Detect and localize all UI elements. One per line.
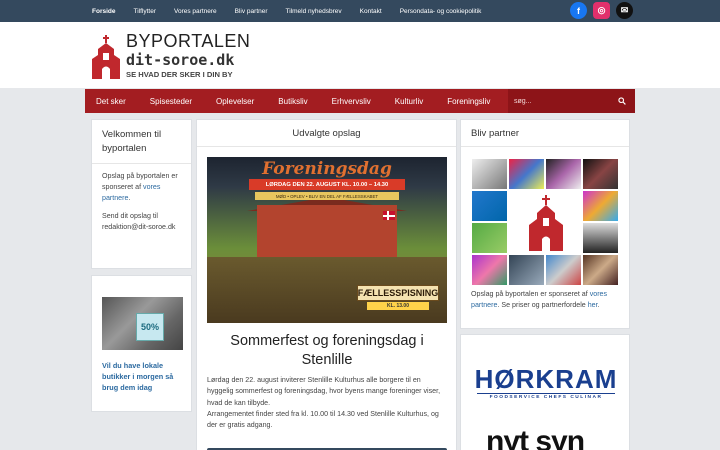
topnav-tilmeld-nyhedsbrev[interactable]: Tilmeld nyhedsbrev [286,8,342,15]
welcome-text-suffix: . [128,194,131,202]
partner-tile[interactable] [583,255,618,285]
partner-tile[interactable] [472,159,507,189]
partner-tile[interactable] [546,159,581,189]
promo-link[interactable]: Vil du have lokale butikker i morgen så … [102,360,184,393]
partner-text: Opslag på byportalen er sponseret af vor… [471,289,623,311]
partner-text-mid: . Se priser og partnerfordele [497,301,588,309]
poster-sign-time: KL. 13.00 [367,302,429,310]
poster-sign: FÆLLESSPISNING [357,285,439,301]
welcome-widget: Velkommen til byportalen Opslag på bypor… [91,119,192,269]
partner-widget: Bliv partner Opslag på byportalen er spo… [460,119,630,329]
partner-tile[interactable] [546,255,581,285]
featured-widget: Udvalgte opslag Foreningsdag LØRDAG DEN … [196,119,457,450]
post-body: Lørdag den 22. august inviterer Stenlill… [207,375,449,431]
featured-heading: Udvalgte opslag [197,120,456,147]
poster-house [257,205,397,265]
partner-tile[interactable] [509,255,544,285]
partner-logo-grid [472,159,620,287]
church-logo-icon[interactable] [90,33,122,81]
partner-title: Bliv partner [461,120,629,147]
partner-tile[interactable] [472,255,507,285]
partner-tile[interactable] [472,223,507,253]
welcome-text-prefix: Opslag på byportalen er sponseret af [102,172,178,191]
her-link[interactable]: her [588,301,598,309]
nav-kulturliv[interactable]: Kulturliv [395,97,423,106]
partner-text-prefix: Opslag på byportalen er sponseret af [471,290,590,298]
main-nav: Det sker Spisesteder Oplevelser Butiksli… [85,89,635,113]
top-nav: Forside Tilflytter Vores partnere Bliv p… [92,0,499,22]
welcome-email-text: Send dit opslag til redaktion@dit-soroe.… [102,212,176,231]
partner-tile[interactable] [472,191,507,221]
nav-oplevelser[interactable]: Oplevelser [216,97,254,106]
site-title[interactable]: BYPORTALEN [126,31,250,52]
post-body-paragraph-2: Arrangementet finder sted fra kl. 10.00 … [207,409,439,430]
nav-erhvervsliv[interactable]: Erhvervsliv [332,97,371,106]
instagram-icon[interactable]: ◎ [593,2,610,19]
nav-butiksliv[interactable]: Butiksliv [278,97,307,106]
event-poster-image[interactable]: Foreningsdag LØRDAG DEN 22. AUGUST KL. 1… [207,157,447,323]
nyt-syn-logo[interactable]: nyt syn [486,425,585,450]
partner-tile[interactable] [583,159,618,189]
facebook-icon[interactable]: f [570,2,587,19]
sponsor-widget: HØRKRAM FOODSERVICE CHEFS CULINAR nyt sy… [460,334,630,450]
horkram-logo[interactable]: HØRKRAM FOODSERVICE CHEFS CULINAR [473,365,619,400]
horkram-subtitle: FOODSERVICE CHEFS CULINAR [477,393,615,400]
poster-subtitle: MØD • OPLEV • BLIV EN DEL AF FÆLLESSKABE… [255,192,399,200]
mail-icon[interactable]: ✉ [616,2,633,19]
partner-tile[interactable] [583,223,618,253]
nav-det-sker[interactable]: Det sker [96,97,126,106]
post-title[interactable]: Sommerfest og foreningsdag i Stenlille [207,332,447,370]
search-input[interactable] [508,97,613,105]
site-tagline: SE HVAD DER SKER I DIN BY [126,70,233,79]
search-icon[interactable] [618,97,626,105]
post-body-paragraph-1: Lørdag den 22. august inviterer Stenlill… [207,376,441,407]
poster-ribbon: LØRDAG DEN 22. AUGUST KL. 10.00 – 14.30 [249,179,405,190]
horkram-name: HØRKRAM [474,364,618,394]
danish-flag-icon [383,211,395,220]
topnav-persondata[interactable]: Persondata- og cookiepolitik [400,8,482,15]
topnav-tilflytter[interactable]: Tilflytter [133,8,156,15]
topnav-kontakt[interactable]: Kontakt [360,8,382,15]
welcome-title: Velkommen til byportalen [92,120,191,164]
search-box [508,89,635,113]
nav-foreningsliv[interactable]: Foreningsliv [447,97,490,106]
church-logo-icon[interactable] [509,191,583,255]
discount-badge: 50% [136,313,164,341]
topnav-bliv-partner[interactable]: Bliv partner [235,8,268,15]
topnav-forside[interactable]: Forside [92,8,115,15]
promo-widget: 50% Vil du have lokale butikker i morgen… [91,275,192,412]
promo-image[interactable]: 50% [102,297,183,350]
topnav-vores-partnere[interactable]: Vores partnere [174,8,217,15]
site-domain[interactable]: dit-soroe.dk [126,51,234,69]
partner-text-suffix: . [597,301,600,309]
partner-tile[interactable] [509,159,544,189]
top-bar: Forside Tilflytter Vores partnere Bliv p… [0,0,720,22]
partner-tile[interactable] [583,191,618,221]
poster-banner: Foreningsdag [262,159,392,179]
welcome-text: Opslag på byportalen er sponseret af vor… [92,171,191,204]
nav-spisesteder[interactable]: Spisesteder [150,97,192,106]
